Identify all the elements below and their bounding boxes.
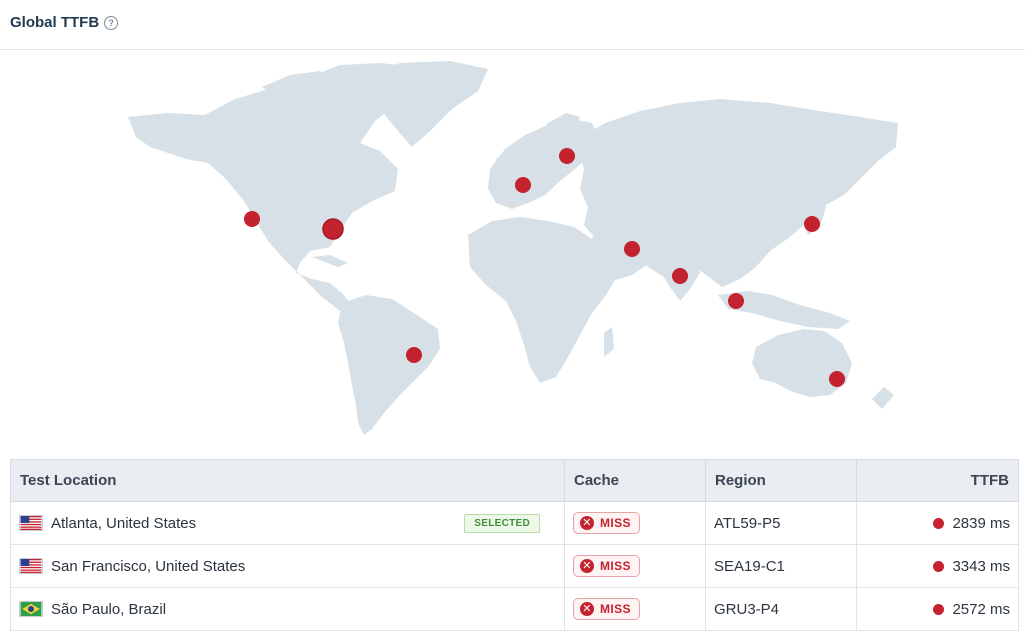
map-marker-sydney[interactable]: [829, 371, 845, 387]
table-row[interactable]: São Paulo, Brazil ✕ MISS GRU3-P4 2572 ms: [10, 587, 1019, 631]
map-marker-bangalore[interactable]: [672, 268, 688, 284]
column-header-region[interactable]: Region: [705, 459, 857, 502]
x-circle-icon: ✕: [580, 559, 594, 573]
ttfb-cell: 3343 ms: [856, 544, 1019, 588]
results-table: Test Location Cache Region TTFB Atlanta,…: [10, 459, 1019, 631]
region-cell: GRU3-P4: [705, 587, 857, 631]
selected-badge: SELECTED: [464, 513, 540, 533]
map-marker-san-francisco[interactable]: [244, 211, 260, 227]
location-cell: San Francisco, United States: [10, 544, 565, 588]
cache-status: MISS: [600, 559, 631, 573]
ttfb-status-dot-icon: [933, 603, 945, 615]
cache-cell: ✕ MISS: [564, 544, 706, 588]
column-header-cache[interactable]: Cache: [564, 459, 706, 502]
map-marker-london[interactable]: [515, 177, 531, 193]
column-header-location[interactable]: Test Location: [10, 459, 565, 502]
location-cell: São Paulo, Brazil: [10, 587, 565, 631]
x-circle-icon: ✕: [580, 516, 594, 530]
x-circle-icon: ✕: [580, 602, 594, 616]
greenland: [358, 61, 488, 147]
ttfb-cell: 2839 ms: [856, 501, 1019, 545]
column-header-ttfb[interactable]: TTFB: [856, 459, 1019, 502]
cache-status: MISS: [600, 602, 631, 616]
us-flag-icon: [19, 558, 43, 574]
cache-status: MISS: [600, 516, 631, 530]
map-marker-stockholm[interactable]: [559, 148, 575, 164]
table-header-row: Test Location Cache Region TTFB: [10, 459, 1019, 502]
region-cell: SEA19-C1: [705, 544, 857, 588]
caribbean: [312, 255, 348, 267]
cache-cell: ✕ MISS: [564, 501, 706, 545]
panel-title: Global TTFB ?: [10, 14, 119, 31]
madagascar: [604, 327, 614, 357]
location-name: San Francisco, United States: [51, 557, 246, 575]
map-marker-s-o-paulo[interactable]: [406, 347, 422, 363]
table-row[interactable]: Atlanta, United States SELECTED ✕ MISS A…: [10, 501, 1019, 545]
cache-miss-badge: ✕ MISS: [573, 555, 640, 577]
map-marker-singapore[interactable]: [728, 293, 744, 309]
map-marker-atlanta[interactable]: [322, 218, 344, 240]
panel-title-text: Global TTFB: [10, 14, 100, 31]
cache-miss-badge: ✕ MISS: [573, 598, 640, 620]
region-cell: ATL59-P5: [705, 501, 857, 545]
cache-cell: ✕ MISS: [564, 587, 706, 631]
ttfb-value: 3343 ms: [952, 557, 1010, 575]
map-marker-dubai[interactable]: [624, 241, 640, 257]
br-flag-icon: [19, 601, 43, 617]
location-name: São Paulo, Brazil: [51, 600, 167, 618]
table-row[interactable]: San Francisco, United States ✕ MISS SEA1…: [10, 544, 1019, 588]
panel-header: Global TTFB ?: [0, 0, 1025, 50]
south-america: [338, 295, 440, 435]
ttfb-status-dot-icon: [933, 560, 945, 572]
ttfb-cell: 2572 ms: [856, 587, 1019, 631]
ttfb-value: 2839 ms: [952, 514, 1010, 532]
map-marker-tokyo[interactable]: [804, 216, 820, 232]
help-icon[interactable]: ?: [104, 15, 119, 30]
landmass: [128, 61, 898, 435]
location-cell: Atlanta, United States SELECTED: [10, 501, 565, 545]
ttfb-status-dot-icon: [933, 517, 945, 529]
location-name: Atlanta, United States: [51, 514, 197, 532]
world-map-svg: [128, 61, 898, 435]
ttfb-value: 2572 ms: [952, 600, 1010, 618]
world-map: [0, 51, 1025, 451]
us-flag-icon: [19, 515, 43, 531]
new-zealand: [872, 387, 894, 409]
cache-miss-badge: ✕ MISS: [573, 512, 640, 534]
